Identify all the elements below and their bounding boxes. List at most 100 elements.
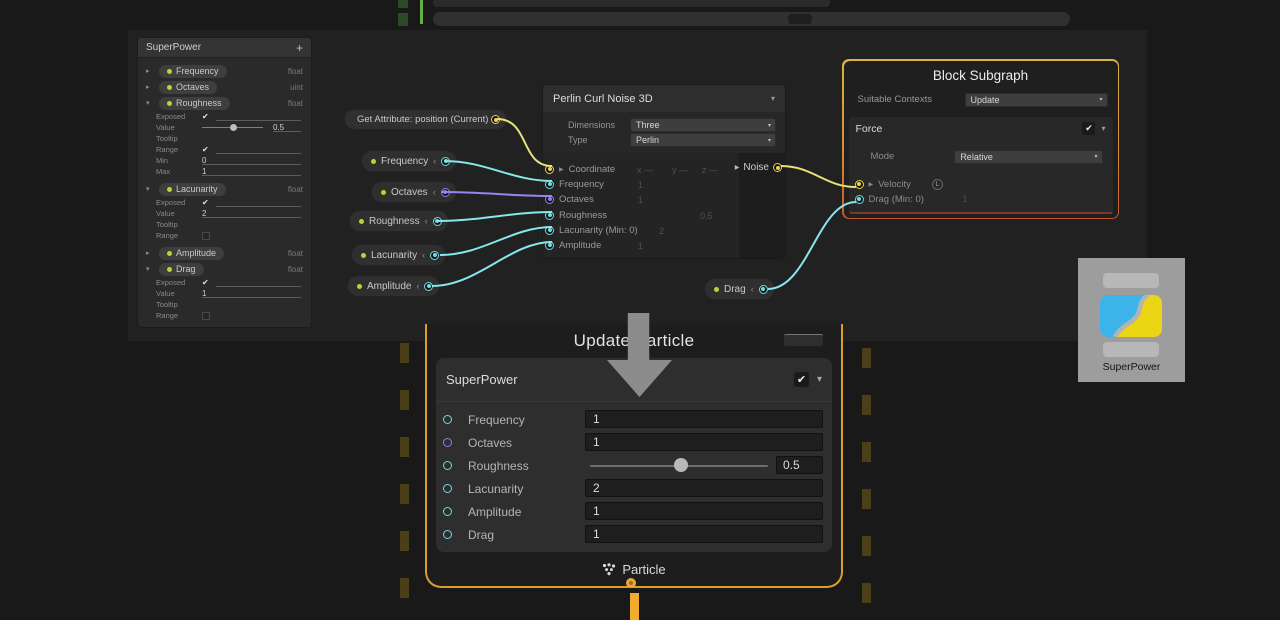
mode-dropdown[interactable]: Relative▾ — [954, 150, 1102, 164]
property-row-octaves[interactable]: ▸ Octaves uint — [138, 79, 311, 95]
value-field[interactable]: 0.5 — [273, 123, 301, 132]
output-port[interactable] — [441, 157, 450, 166]
input-port[interactable] — [545, 226, 554, 235]
input-port[interactable] — [545, 165, 554, 174]
input-port[interactable] — [443, 507, 452, 516]
suitable-contexts-dropdown[interactable]: Update▾ — [965, 93, 1108, 107]
property-pill[interactable]: Drag — [159, 263, 204, 276]
fold-triangle-icon[interactable]: ▶ — [559, 166, 564, 173]
chevron-down-icon[interactable]: ▾ — [817, 374, 822, 385]
property-pill[interactable]: Lacunarity — [159, 183, 226, 196]
context-header-box[interactable] — [784, 334, 823, 346]
collapse-icon[interactable]: ‹ — [416, 281, 419, 291]
collapse-icon[interactable]: ‹ — [433, 187, 436, 197]
property-pill[interactable]: Roughness — [159, 97, 230, 110]
output-port[interactable] — [424, 282, 433, 291]
fold-triangle-icon[interactable]: ▶ — [869, 181, 874, 188]
field-label: Min — [156, 156, 198, 165]
output-port[interactable] — [759, 285, 768, 294]
exposed-dot-icon — [167, 187, 172, 192]
exposed-checkbox[interactable]: ✔ — [202, 279, 212, 287]
input-port[interactable] — [545, 211, 554, 220]
chevron-down-icon[interactable]: ▾ — [146, 99, 154, 107]
exposed-checkbox[interactable]: ✔ — [202, 199, 212, 207]
value-field[interactable]: 0.5 — [776, 456, 823, 474]
property-row-lacunarity[interactable]: ▾ Lacunarity float — [138, 181, 311, 197]
input-port[interactable] — [443, 530, 452, 539]
chevron-down-icon[interactable]: ▾ — [1101, 124, 1105, 133]
property-row-drag[interactable]: ▾ Drag float — [138, 261, 311, 277]
enabled-checkbox[interactable]: ✔ — [1082, 122, 1095, 135]
property-pill[interactable]: Amplitude — [159, 247, 224, 260]
chevron-down-icon[interactable]: ▾ — [146, 265, 154, 273]
value-field[interactable]: 1 — [585, 502, 823, 520]
param-node-octaves[interactable]: Octaves ‹ — [372, 182, 456, 202]
param-node-frequency[interactable]: Frequency ‹ — [362, 151, 456, 171]
range-checkbox[interactable]: ✔ — [202, 146, 212, 154]
output-port[interactable] — [441, 188, 450, 197]
collapse-icon[interactable]: ‹ — [433, 156, 436, 166]
value-field[interactable]: 2 — [202, 209, 301, 218]
value-slider[interactable] — [202, 123, 263, 132]
range-checkbox[interactable] — [202, 312, 210, 320]
add-property-button[interactable]: + — [296, 41, 303, 55]
output-port[interactable] — [491, 115, 500, 124]
param-node-amplitude[interactable]: Amplitude ‹ — [348, 276, 439, 296]
range-checkbox[interactable] — [202, 232, 210, 240]
property-row-roughness[interactable]: ▾ Roughness float — [138, 95, 311, 111]
param-node-roughness[interactable]: Roughness ‹ — [350, 211, 448, 231]
blackboard-header[interactable]: SuperPower + — [138, 38, 311, 58]
node-header[interactable]: Perlin Curl Noise 3D ▾ — [543, 85, 785, 112]
input-port[interactable] — [545, 241, 554, 250]
exposed-checkbox[interactable]: ✔ — [202, 113, 212, 121]
subgraph-asset-tile[interactable]: SuperPower — [1078, 258, 1185, 382]
value-field[interactable]: 1 — [202, 289, 301, 298]
value-field[interactable]: 1 — [585, 410, 823, 428]
block-subgraph-panel[interactable]: Block Subgraph Suitable Contexts Update▾… — [842, 59, 1119, 219]
force-block[interactable]: Force ✔ ▾ Mode Relative▾ ▶ Velocity L — [849, 117, 1113, 214]
chevron-right-icon[interactable]: ▸ — [146, 83, 154, 91]
property-row-amplitude[interactable]: ▸ Amplitude float — [138, 245, 311, 261]
output-port[interactable] — [430, 251, 439, 260]
value-field[interactable]: 1 — [585, 525, 823, 543]
input-port[interactable] — [855, 195, 864, 204]
value-field[interactable]: 1 — [585, 433, 823, 451]
input-port[interactable] — [545, 180, 554, 189]
output-port[interactable] — [773, 163, 782, 172]
chevron-down-icon[interactable]: ▾ — [771, 94, 775, 103]
field-exposed: Exposed ✔ — [138, 277, 311, 288]
dimensions-dropdown[interactable]: Three▾ — [630, 118, 776, 132]
chevron-right-icon[interactable]: ▸ — [146, 249, 154, 257]
input-port[interactable] — [443, 438, 452, 447]
slider-handle[interactable] — [230, 124, 237, 131]
perlin-curl-noise-node[interactable]: Perlin Curl Noise 3D ▾ Dimensions Three▾… — [543, 85, 785, 258]
collapse-icon[interactable]: ‹ — [751, 284, 754, 294]
type-dropdown[interactable]: Perlin▾ — [630, 133, 776, 147]
param-node-lacunarity[interactable]: Lacunarity ‹ — [352, 245, 445, 265]
chevron-down-icon[interactable]: ▾ — [146, 185, 154, 193]
input-port[interactable] — [443, 461, 452, 470]
input-port[interactable] — [855, 180, 864, 189]
collapse-icon[interactable]: ‹ — [422, 250, 425, 260]
force-header[interactable]: Force ✔ ▾ — [849, 117, 1113, 141]
local-space-indicator[interactable]: L — [932, 179, 943, 190]
get-attribute-node[interactable]: Get Attribute: position (Current) — [345, 110, 506, 129]
enabled-checkbox[interactable]: ✔ — [794, 372, 809, 387]
param-node-drag[interactable]: Drag ‹ — [705, 279, 774, 299]
property-pill[interactable]: Frequency — [159, 65, 227, 78]
min-field[interactable]: 0 — [202, 156, 301, 165]
property-pill[interactable]: Octaves — [159, 81, 217, 94]
input-port[interactable] — [545, 195, 554, 204]
property-row-frequency[interactable]: ▸ Frequency float — [138, 63, 311, 79]
value-field[interactable]: 2 — [585, 479, 823, 497]
chevron-right-icon[interactable]: ▸ — [146, 67, 154, 75]
output-port[interactable] — [433, 217, 442, 226]
max-field[interactable]: 1 — [202, 167, 301, 176]
slider-handle[interactable] — [674, 458, 688, 472]
input-port[interactable] — [443, 415, 452, 424]
flow-output-anchor[interactable] — [626, 578, 636, 588]
input-roughness: Roughness — [545, 208, 607, 222]
collapse-icon[interactable]: ‹ — [425, 216, 428, 226]
input-port[interactable] — [443, 484, 452, 493]
input-label: Amplitude — [559, 240, 601, 251]
